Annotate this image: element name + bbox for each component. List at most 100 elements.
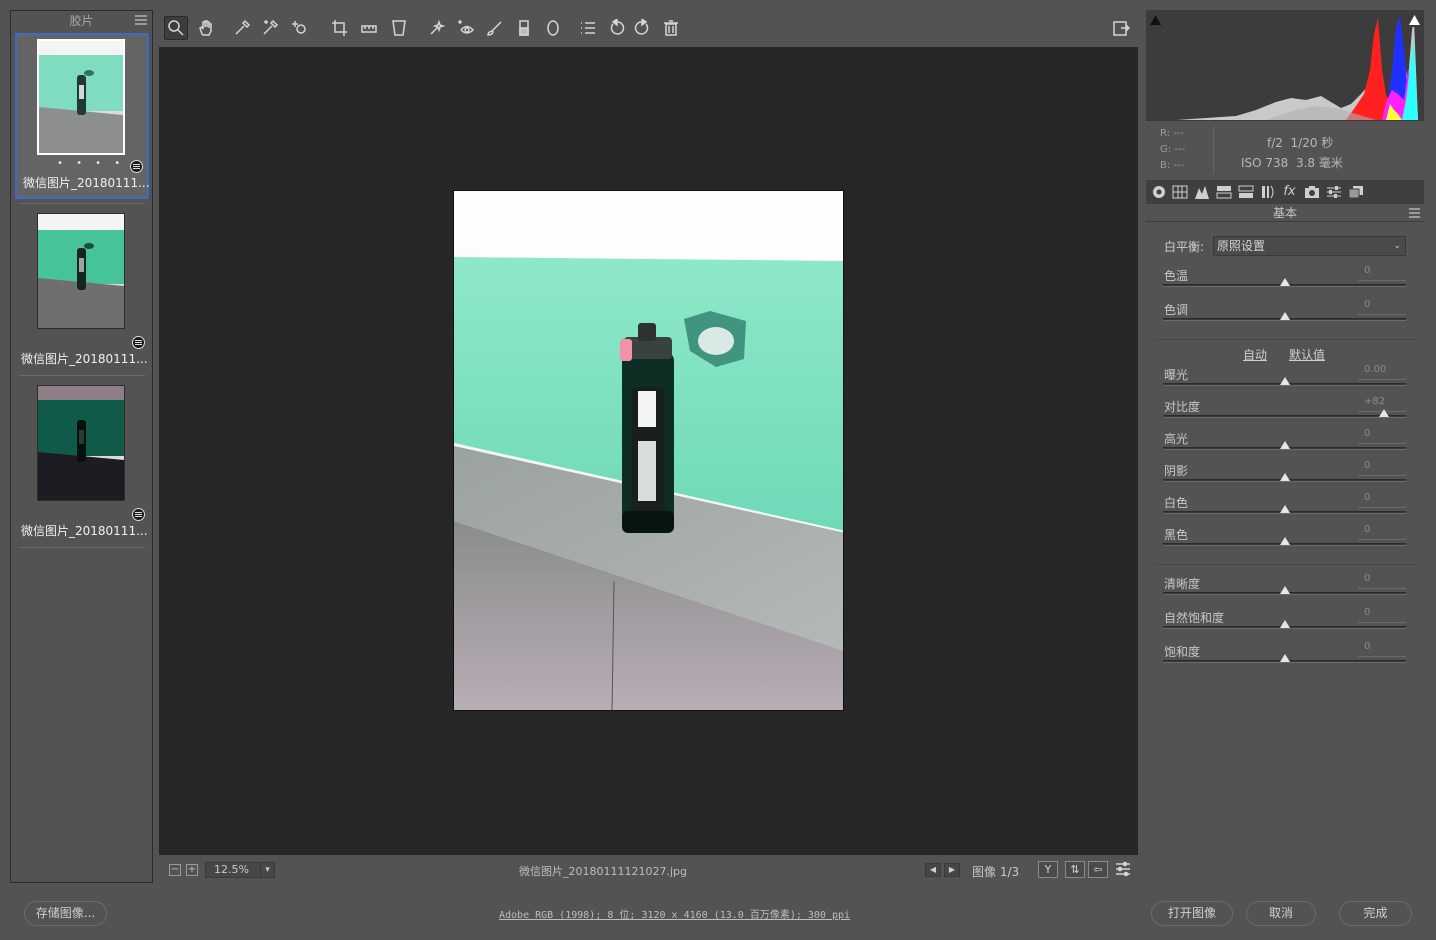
list-icon[interactable] bbox=[576, 16, 600, 40]
hsl-tab-icon[interactable] bbox=[1215, 184, 1232, 200]
rotate-right-icon[interactable] bbox=[630, 16, 654, 40]
film-item-name: 微信图片_20180111... bbox=[21, 352, 148, 366]
thumbnail bbox=[37, 39, 125, 155]
toolbar bbox=[159, 12, 1139, 44]
slider-thumb[interactable] bbox=[1279, 312, 1290, 320]
slider-label: 自然饱和度 bbox=[1164, 611, 1225, 625]
radial-filter-tool-icon[interactable] bbox=[541, 16, 565, 40]
default-link[interactable]: 默认值 bbox=[1289, 346, 1325, 363]
settings-badge-icon bbox=[132, 336, 145, 349]
slider-value-input[interactable]: 0 bbox=[1358, 573, 1406, 589]
shadow-clipping-icon[interactable] bbox=[1148, 12, 1163, 27]
slider-value-input[interactable]: 0.00 bbox=[1358, 364, 1406, 380]
slider-thumb[interactable] bbox=[1279, 278, 1290, 286]
straighten-tool-icon[interactable] bbox=[357, 16, 381, 40]
slider-thumb[interactable] bbox=[1379, 409, 1390, 417]
zoom-level-select[interactable]: 12.5% ▾ bbox=[205, 862, 275, 878]
slider-value-input[interactable]: 0 bbox=[1358, 428, 1406, 444]
slider-value-input[interactable]: 0 bbox=[1358, 607, 1406, 623]
filmstrip-menu-icon[interactable] bbox=[135, 15, 147, 26]
slider-track[interactable] bbox=[1163, 505, 1406, 514]
image-canvas[interactable] bbox=[159, 47, 1138, 855]
hand-tool-icon[interactable] bbox=[194, 16, 218, 40]
slider-track[interactable] bbox=[1163, 409, 1406, 418]
done-button[interactable]: 完成 bbox=[1339, 901, 1412, 926]
adjustment-brush-tool-icon[interactable] bbox=[483, 16, 507, 40]
copy-settings-icon[interactable]: ⇦ bbox=[1088, 861, 1108, 878]
open-image-button[interactable]: 打开图像 bbox=[1151, 901, 1233, 926]
effects-tab-icon[interactable]: fx bbox=[1281, 184, 1298, 200]
slider-label: 饱和度 bbox=[1164, 645, 1201, 659]
zoom-in-button[interactable]: + bbox=[186, 864, 198, 876]
slider-label: 高光 bbox=[1164, 432, 1189, 446]
targeted-adjustment-tool-icon[interactable] bbox=[288, 16, 312, 40]
slider-track[interactable] bbox=[1163, 537, 1406, 546]
basic-tab-icon[interactable] bbox=[1150, 184, 1167, 200]
snapshots-tab-icon[interactable] bbox=[1347, 184, 1364, 200]
divider bbox=[1213, 126, 1214, 174]
status-bar: − + 12.5% ▾ 微信图片_20180111121027.jpg ◀ ▶ … bbox=[159, 856, 1138, 883]
tone-curve-tab-icon[interactable] bbox=[1171, 184, 1188, 200]
slider-value-input[interactable]: 0 bbox=[1358, 641, 1406, 657]
graduated-filter-tool-icon[interactable] bbox=[512, 16, 536, 40]
cancel-button[interactable]: 取消 bbox=[1246, 901, 1316, 926]
white-balance-select[interactable]: 原照设置 ⌄ bbox=[1213, 236, 1406, 256]
color-sampler-tool-icon[interactable] bbox=[258, 16, 282, 40]
fullscreen-toggle-icon[interactable] bbox=[1109, 16, 1133, 40]
detail-tab-icon[interactable] bbox=[1193, 184, 1210, 200]
slider-track[interactable] bbox=[1163, 586, 1406, 595]
panel-menu-icon[interactable] bbox=[1409, 208, 1420, 218]
film-item[interactable]: 微信图片_20180111... bbox=[15, 207, 149, 373]
slider-track[interactable] bbox=[1163, 654, 1406, 663]
slider-value-input[interactable]: 0 bbox=[1358, 524, 1406, 540]
lens-corrections-tab-icon[interactable] bbox=[1259, 184, 1276, 200]
rotate-left-icon[interactable] bbox=[605, 16, 629, 40]
slider-track[interactable] bbox=[1163, 441, 1406, 450]
slider-track[interactable] bbox=[1163, 312, 1406, 321]
slider-thumb[interactable] bbox=[1279, 377, 1290, 385]
slider-track[interactable] bbox=[1163, 278, 1406, 287]
red-eye-removal-tool-icon[interactable] bbox=[454, 16, 478, 40]
preview-preferences-icon[interactable] bbox=[1111, 857, 1135, 881]
slider-value-input[interactable]: 0 bbox=[1358, 265, 1406, 281]
transform-tool-icon[interactable] bbox=[387, 16, 411, 40]
spot-removal-tool-icon[interactable] bbox=[425, 16, 449, 40]
swap-settings-icon[interactable]: ⇅ bbox=[1065, 861, 1085, 878]
crop-tool-icon[interactable] bbox=[328, 16, 352, 40]
divider bbox=[1154, 564, 1416, 565]
workflow-options-link[interactable]: Adobe RGB (1998); 8 位; 3120 x 4160 (13.0… bbox=[499, 906, 850, 921]
slider-thumb[interactable] bbox=[1279, 537, 1290, 545]
panel-title: 基本 bbox=[1146, 204, 1424, 222]
auto-link[interactable]: 自动 bbox=[1243, 346, 1267, 363]
zoom-value: 12.5% bbox=[214, 863, 249, 876]
white-balance-tool-icon[interactable] bbox=[230, 16, 254, 40]
slider-track[interactable] bbox=[1163, 620, 1406, 629]
slider-thumb[interactable] bbox=[1279, 654, 1290, 662]
slider-thumb[interactable] bbox=[1279, 586, 1290, 594]
slider-value-input[interactable]: 0 bbox=[1358, 299, 1406, 315]
slider-track[interactable] bbox=[1163, 473, 1406, 482]
presets-tab-icon[interactable] bbox=[1325, 184, 1342, 200]
highlight-clipping-icon[interactable] bbox=[1407, 12, 1422, 27]
zoom-out-button[interactable]: − bbox=[169, 864, 181, 876]
film-item[interactable]: 微信图片_20180111... bbox=[15, 379, 149, 545]
white-balance-label: 白平衡: bbox=[1164, 240, 1205, 254]
slider-thumb[interactable] bbox=[1279, 441, 1290, 449]
save-image-button[interactable]: 存储图像... bbox=[24, 901, 107, 926]
slider-value-input[interactable]: 0 bbox=[1358, 492, 1406, 508]
slider-thumb[interactable] bbox=[1279, 620, 1290, 628]
previous-image-button[interactable]: ◀ bbox=[925, 863, 941, 877]
slider-label: 白色 bbox=[1164, 496, 1189, 510]
slider-value-input[interactable]: 0 bbox=[1358, 460, 1406, 476]
film-item[interactable]: • • • • • 微信图片_20180111... bbox=[15, 33, 150, 199]
before-after-view-icon[interactable]: Y bbox=[1038, 861, 1058, 878]
trash-icon[interactable] bbox=[659, 16, 683, 40]
slider-track[interactable] bbox=[1163, 377, 1406, 386]
zoom-tool-icon[interactable] bbox=[164, 16, 188, 40]
next-image-button[interactable]: ▶ bbox=[944, 863, 960, 877]
slider-label: 色调 bbox=[1164, 303, 1189, 317]
split-toning-tab-icon[interactable] bbox=[1237, 184, 1254, 200]
camera-calibration-tab-icon[interactable] bbox=[1303, 184, 1320, 200]
slider-thumb[interactable] bbox=[1279, 505, 1290, 513]
slider-thumb[interactable] bbox=[1279, 473, 1290, 481]
